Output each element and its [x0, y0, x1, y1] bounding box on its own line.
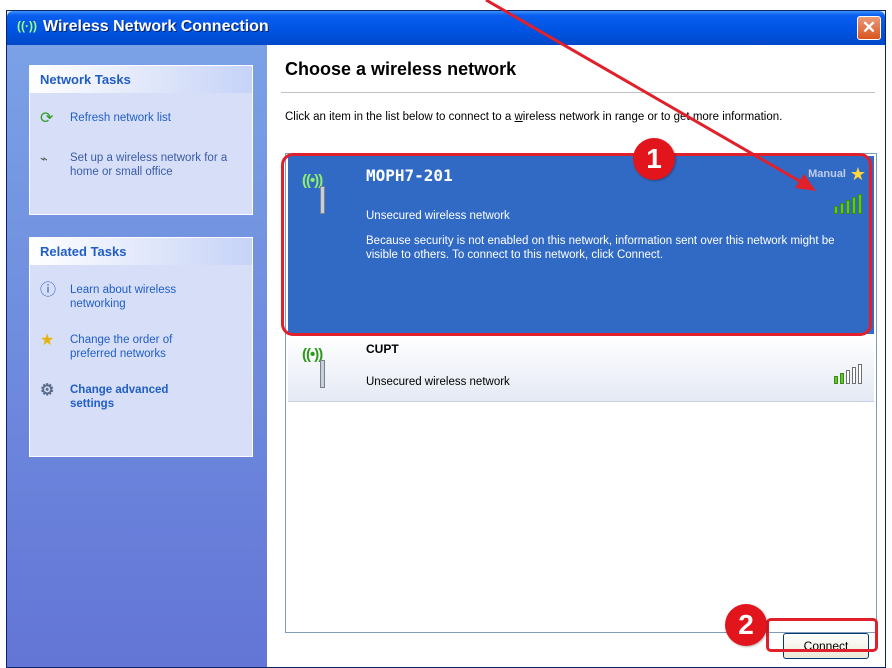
set-up-wireless-network-label: Set up a wireless network for a home or … — [70, 152, 228, 178]
network-security-status: Unsecured wireless network — [366, 376, 510, 388]
learn-about-wireless-label: Learn about wireless networking — [70, 284, 177, 310]
change-advanced-settings-link[interactable]: ⚙ Change advanced settings — [30, 383, 200, 411]
instruction-text-end: ireless network in range or to get more … — [522, 111, 783, 123]
signal-bar — [852, 367, 856, 384]
task-sidebar: Network Tasks ⟳ Refresh network list ⌁ S… — [7, 45, 267, 667]
signal-bar — [834, 376, 838, 384]
step-1-badge: 1 — [633, 138, 675, 180]
page-title: Choose a wireless network — [285, 59, 517, 79]
instruction-text: Click an item in the list below to conne… — [285, 111, 865, 124]
antenna-icon: ((•)) — [302, 346, 325, 388]
wireless-icon: ((·)) — [17, 19, 37, 33]
step-2-badge: 2 — [725, 604, 767, 646]
wireless-network-connection-window: ((·)) Wireless Network Connection ✕ Netw… — [6, 10, 886, 668]
window-title: Wireless Network Connection — [43, 18, 269, 35]
network-highlight-box — [281, 153, 872, 336]
title-divider — [281, 92, 875, 93]
network-tasks-header[interactable]: Network Tasks — [30, 66, 252, 93]
star-icon: ★ — [40, 332, 55, 349]
settings-icon: ⚙ — [40, 382, 55, 399]
connect-highlight-box — [766, 618, 878, 652]
network-name: CUPT — [366, 342, 399, 356]
antenna-mast — [320, 360, 325, 388]
related-tasks-header[interactable]: Related Tasks — [30, 238, 252, 265]
network-item-cupt[interactable]: ((•)) CUPT Unsecured wireless network — [288, 336, 874, 402]
signal-bar — [858, 364, 862, 384]
instruction-text-start: Click an item in the list below to conne… — [285, 111, 515, 123]
refresh-network-list-label: Refresh network list — [70, 112, 171, 124]
signal-strength-icon — [834, 364, 862, 384]
refresh-network-list-link[interactable]: ⟳ Refresh network list — [30, 110, 252, 127]
change-order-preferred-networks-label: Change the order of preferred networks — [70, 334, 173, 360]
network-tasks-panel: Network Tasks ⟳ Refresh network list ⌁ S… — [29, 65, 253, 215]
learn-about-wireless-link[interactable]: ⓘ Learn about wireless networking — [30, 283, 210, 311]
signal-bar — [846, 370, 850, 384]
set-up-wireless-network-link[interactable]: ⌁ Set up a wireless network for a home o… — [30, 151, 240, 179]
instruction-accelerator: w — [514, 111, 523, 123]
wireless-setup-icon: ⌁ — [40, 151, 48, 166]
change-order-preferred-networks-link[interactable]: ★ Change the order of preferred networks — [30, 333, 210, 361]
close-button[interactable]: ✕ — [857, 16, 881, 40]
related-tasks-panel: Related Tasks ⓘ Learn about wireless net… — [29, 237, 253, 457]
main-content: Choose a wireless network Click an item … — [267, 45, 885, 667]
signal-bar — [840, 373, 844, 384]
title-bar[interactable]: ((·)) Wireless Network Connection ✕ — [7, 11, 885, 45]
refresh-icon: ⟳ — [40, 110, 54, 127]
change-advanced-settings-label: Change advanced settings — [70, 384, 169, 410]
info-icon: ⓘ — [40, 282, 57, 299]
